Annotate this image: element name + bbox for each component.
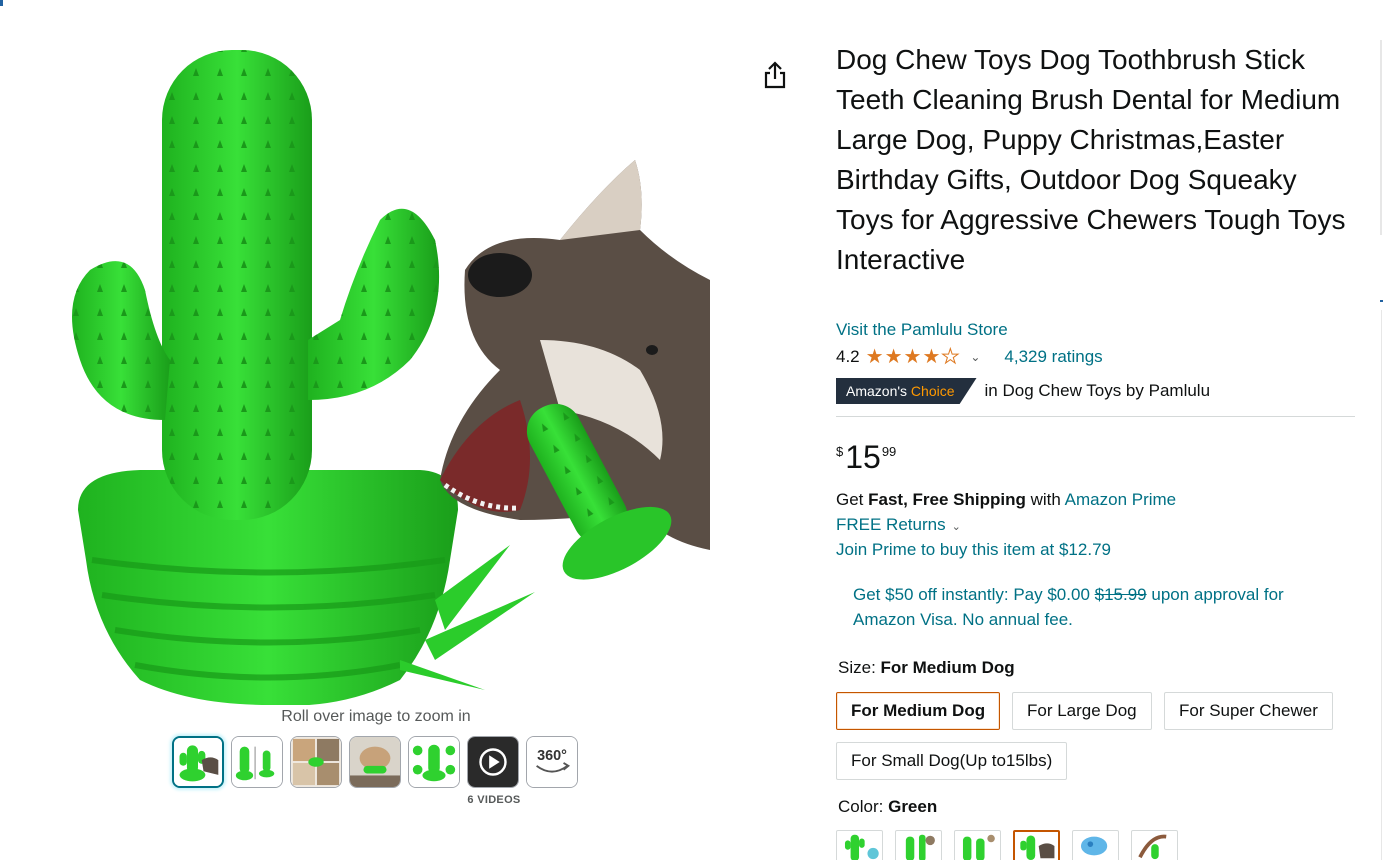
swatch-green-cactus [837,831,882,860]
free-returns-link[interactable]: FREE Returns ⌄ [836,515,961,535]
price-fraction: 99 [881,444,897,459]
star-icon: ★ [903,346,922,368]
dog-collage-thumb-image [291,737,341,787]
thumbnail-5[interactable] [408,736,460,788]
size-option-small[interactable]: For Small Dog(Up to15lbs) [836,742,1068,780]
color-swatch-blue[interactable] [1072,830,1119,860]
star-icon: ★ [922,346,941,368]
corner-marker [0,0,3,6]
rating-value: 4.2 [836,347,860,366]
price: $ 15 99 [836,438,896,476]
video-play-icon [468,737,518,787]
free-returns-label: FREE Returns [836,515,946,534]
chevron-down-icon[interactable]: ⌄ [970,350,980,364]
size-selected-value: For Medium Dog [880,658,1015,677]
product-title: Dog Chew Toys Dog Toothbrush Stick Teeth… [836,44,1346,275]
shipping-get: Get [836,490,864,509]
ratings-count-link[interactable]: 4,329 ratings [1004,347,1102,367]
store-link[interactable]: Visit the Pamlulu Store [836,320,1008,340]
swatch-rope-toy [1132,831,1177,860]
thumbnail-video[interactable] [467,736,519,788]
visa-offer-pre: Get $50 off instantly: Pay $0.00 [853,585,1090,604]
shipping-with: with [1030,490,1061,509]
thumbnail-1[interactable] [172,736,224,788]
size-label-text: Size: [838,658,876,677]
right-panel-edge-lower [1381,310,1382,860]
right-panel-edge [1380,40,1382,235]
price-whole: 15 [845,439,881,475]
amazons-choice-badge: Amazon's Choice [836,378,977,404]
badge-context: in Dog Chew Toys by Pamlulu [984,381,1211,400]
star-empty-icon: ★ [941,346,960,368]
main-product-image[interactable] [40,40,712,706]
price-symbol: $ [836,444,844,459]
swatch-blue-toy [1073,831,1118,860]
size-option-medium[interactable]: For Medium Dog [836,692,1001,730]
visa-offer-link[interactable]: Get $50 off instantly: Pay $0.00 $15.99 … [853,582,1343,632]
size-option-large[interactable]: For Large Dog [1012,692,1152,730]
color-swatch-1[interactable] [836,830,883,860]
dog-chewing-thumb-image [350,737,400,787]
rotate-360-icon: 360° [527,737,577,787]
shipping-info: Get Fast, Free Shipping with Amazon Prim… [836,490,1176,510]
chevron-down-icon: ⌄ [951,521,961,533]
star-rating[interactable]: ★ ★ ★ ★ ★ [865,346,961,368]
thumbnail-4[interactable] [349,736,401,788]
star-icon: ★ [884,346,903,368]
star-icon: ★ [865,346,884,368]
swatch-green-selected [1015,832,1058,860]
rating-row: 4.2 ★ ★ ★ ★ ★ ⌄ 4,329 ratings [836,345,1103,369]
cactus-dog-thumb-image [174,738,222,786]
color-swatch-rope[interactable] [1131,830,1178,860]
color-label-text: Color: [838,797,884,816]
cactus-toy-illustration [72,50,710,706]
shipping-fast-free: Fast, Free Shipping [868,490,1026,509]
thumbnail-3[interactable] [290,736,342,788]
swatch-green-cactus-pair [955,831,1000,860]
thumbnail-2[interactable] [231,736,283,788]
zoom-hint: Roll over image to zoom in [281,708,471,725]
videos-count-label: 6 VIDEOS [467,794,521,806]
cactus-dimensions-thumb-image [232,737,282,787]
color-swatch-2[interactable] [895,830,942,860]
size-label: Size: For Medium Dog [838,658,1015,678]
badge-prefix: Amazon's [846,383,908,399]
join-prime-link[interactable]: Join Prime to buy this item at $12.79 [836,540,1111,560]
amazon-prime-link[interactable]: Amazon Prime [1065,490,1176,509]
thumbnail-360[interactable]: 360° [526,736,578,788]
share-icon[interactable] [762,60,788,90]
amazons-choice-row: Amazon's Choice in Dog Chew Toys by Paml… [836,378,1210,404]
visa-offer-struck-price: $15.99 [1094,585,1147,604]
section-divider [836,416,1355,417]
swatch-green-cactus-dog [896,831,941,860]
color-label: Color: Green [838,797,937,817]
cactus-features-thumb-image [409,737,459,787]
color-swatch-green-selected[interactable] [1013,830,1060,860]
size-option-super-chewer[interactable]: For Super Chewer [1164,692,1333,730]
badge-suffix: Choice [910,383,955,399]
color-swatch-3[interactable] [954,830,1001,860]
color-selected-value: Green [888,797,938,816]
svg-text:360°: 360° [537,748,567,764]
